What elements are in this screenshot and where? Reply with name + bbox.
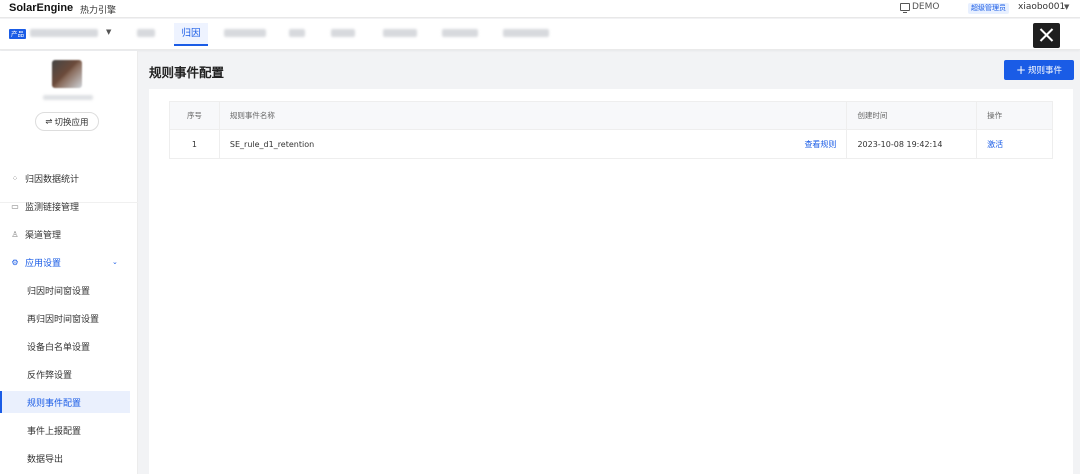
product-badge: 产品 bbox=[9, 29, 26, 39]
sidebar: ⇌ 切换应用 ⁘ 归因数据统计 ▭ 监测链接管理 ♙ 渠道管理 ⚙ 应用设置 ⌄… bbox=[0, 51, 138, 474]
rule-events-table: 序号 规则事件名称 创建时间 操作 1 SE_rule_d1_retention… bbox=[169, 101, 1053, 159]
header-index: 序号 bbox=[170, 102, 220, 129]
avatar bbox=[52, 60, 82, 88]
sidebar-item-channels[interactable]: ♙ 渠道管理 bbox=[0, 223, 130, 245]
brand-name-cn: 热力引擎 bbox=[80, 6, 117, 16]
chevron-down-icon: ⌄ bbox=[112, 258, 118, 266]
header-action: 操作 bbox=[987, 111, 1003, 120]
add-button-label: 规则事件 bbox=[1028, 66, 1063, 76]
channel-icon: ♙ bbox=[11, 229, 19, 239]
sidebar-group-label: 应用设置 bbox=[25, 258, 62, 269]
swap-icon: ⇌ bbox=[45, 116, 53, 127]
switch-app-label: 切换应用 bbox=[54, 117, 89, 128]
brand-logo[interactable]: SolarEngine bbox=[9, 2, 73, 14]
header-created: 创建时间 bbox=[847, 102, 978, 129]
activate-link[interactable]: 激活 bbox=[987, 139, 1003, 150]
product-dropdown-caret-icon[interactable]: ▼ bbox=[106, 28, 111, 36]
sidebar-item-reattribution-window[interactable]: 再归因时间窗设置 bbox=[0, 307, 130, 329]
tab-attribution[interactable]: 归因 bbox=[174, 23, 208, 46]
close-button[interactable] bbox=[1033, 23, 1060, 48]
nav-tab-redacted[interactable] bbox=[289, 29, 305, 37]
header-name-label: 规则事件名称 bbox=[229, 111, 275, 120]
sidebar-item-attribution-stats[interactable]: ⁘ 归因数据统计 bbox=[0, 167, 130, 189]
app-name-redacted bbox=[43, 95, 93, 100]
demo-link[interactable]: DEMO bbox=[900, 2, 940, 13]
sidebar-item-label: 归因数据统计 bbox=[25, 174, 80, 185]
username[interactable]: xiaobo001 bbox=[1018, 2, 1065, 12]
plus-icon: + bbox=[1015, 63, 1027, 77]
switch-app-button[interactable]: ⇌ 切换应用 bbox=[35, 112, 99, 131]
table-header-row: 序号 规则事件名称 创建时间 操作 bbox=[170, 102, 1052, 130]
add-rule-event-button[interactable]: + 规则事件 bbox=[1004, 60, 1074, 80]
cell-name: SE_rule_d1_retention 查看规则 bbox=[220, 130, 848, 158]
sidebar-item-rule-events[interactable]: 规则事件配置 bbox=[0, 391, 130, 413]
nav-bar: 产品 ▼ 归因 bbox=[0, 19, 1080, 50]
product-selector-redacted[interactable] bbox=[30, 29, 98, 37]
rule-event-name: SE_rule_d1_retention bbox=[229, 139, 315, 149]
monitor-icon bbox=[900, 3, 910, 13]
demo-label: DEMO bbox=[912, 2, 940, 12]
view-rule-link[interactable]: 查看规则 bbox=[804, 139, 836, 150]
top-bar: SolarEngine 热力引擎 DEMO 超级管理员 xiaobo001 ▼ bbox=[0, 0, 1080, 18]
cell-action: 激活 bbox=[977, 130, 1052, 158]
nav-tab-redacted[interactable] bbox=[224, 29, 266, 37]
content-panel: 序号 规则事件名称 创建时间 操作 1 SE_rule_d1_retention… bbox=[149, 89, 1073, 474]
cell-created: 2023-10-08 19:42:14 bbox=[847, 130, 978, 158]
sidebar-item-event-reporting[interactable]: 事件上报配置 bbox=[0, 419, 130, 441]
role-badge: 超级管理员 bbox=[968, 3, 1009, 14]
user-menu-caret-icon[interactable]: ▼ bbox=[1064, 3, 1069, 11]
sidebar-item-anti-fraud[interactable]: 反作弊设置 bbox=[0, 363, 130, 385]
page-title: 规则事件配置 bbox=[149, 65, 225, 80]
sidebar-item-label: 监测链接管理 bbox=[25, 202, 80, 213]
sidebar-item-monitor-links[interactable]: ▭ 监测链接管理 bbox=[0, 195, 130, 217]
nav-tab-redacted[interactable] bbox=[442, 29, 478, 37]
header-name: 规则事件名称 bbox=[220, 102, 848, 129]
monitor-link-icon: ▭ bbox=[11, 201, 19, 211]
nav-tab-redacted[interactable] bbox=[383, 29, 417, 37]
nav-tab-redacted[interactable] bbox=[137, 29, 155, 37]
cell-index: 1 bbox=[170, 130, 220, 158]
sidebar-item-device-whitelist[interactable]: 设备白名单设置 bbox=[0, 335, 130, 357]
attribution-icon: ⁘ bbox=[11, 173, 19, 183]
sidebar-item-label: 渠道管理 bbox=[25, 230, 62, 241]
nav-tab-redacted[interactable] bbox=[503, 29, 549, 37]
nav-tab-redacted[interactable] bbox=[331, 29, 355, 37]
settings-icon: ⚙ bbox=[11, 257, 19, 267]
sidebar-group-app-settings[interactable]: ⚙ 应用设置 ⌄ bbox=[0, 251, 130, 273]
sidebar-item-attribution-window[interactable]: 归因时间窗设置 bbox=[0, 279, 130, 301]
sidebar-item-data-export[interactable]: 数据导出 bbox=[0, 447, 130, 469]
table-row: 1 SE_rule_d1_retention 查看规则 2023-10-08 1… bbox=[170, 130, 1052, 158]
